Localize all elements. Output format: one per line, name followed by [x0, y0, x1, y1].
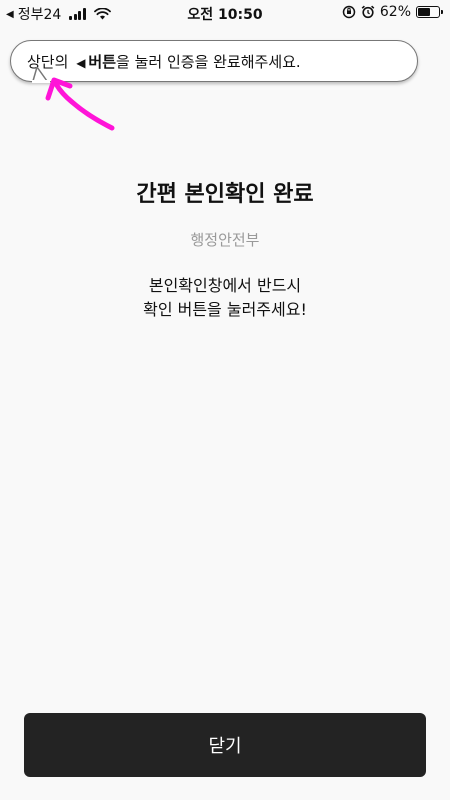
tooltip-suffix: 을 눌러 인증을 완료해주세요. — [116, 52, 301, 71]
status-bar: ◀ 정부24 오전 10:50 62% — [0, 0, 450, 26]
battery-percent: 62% — [379, 4, 411, 20]
close-button[interactable]: 닫기 — [24, 713, 426, 777]
battery-fill — [418, 8, 431, 16]
message-line-2: 확인 버튼을 눌러주세요! — [143, 300, 307, 319]
pink-arrow-icon — [45, 77, 115, 131]
battery-icon — [416, 6, 443, 18]
alarm-icon — [361, 5, 375, 19]
tooltip-text: 상단의 ◀ 버튼을 눌러 인증을 완료해주세요. — [27, 51, 301, 72]
orientation-lock-icon — [342, 5, 356, 19]
instruction-message: 본인확인창에서 반드시 확인 버튼을 눌러주세요! — [0, 274, 450, 322]
tooltip-button-word: 버튼 — [88, 52, 117, 71]
page-title: 간편 본인확인 완료 — [136, 182, 314, 207]
back-pointer-icon: ◀ — [76, 55, 86, 70]
message-line-1: 본인확인창에서 반드시 — [148, 276, 302, 295]
provider-label: 행정안전부 — [190, 231, 260, 249]
status-right: 62% — [342, 4, 443, 20]
